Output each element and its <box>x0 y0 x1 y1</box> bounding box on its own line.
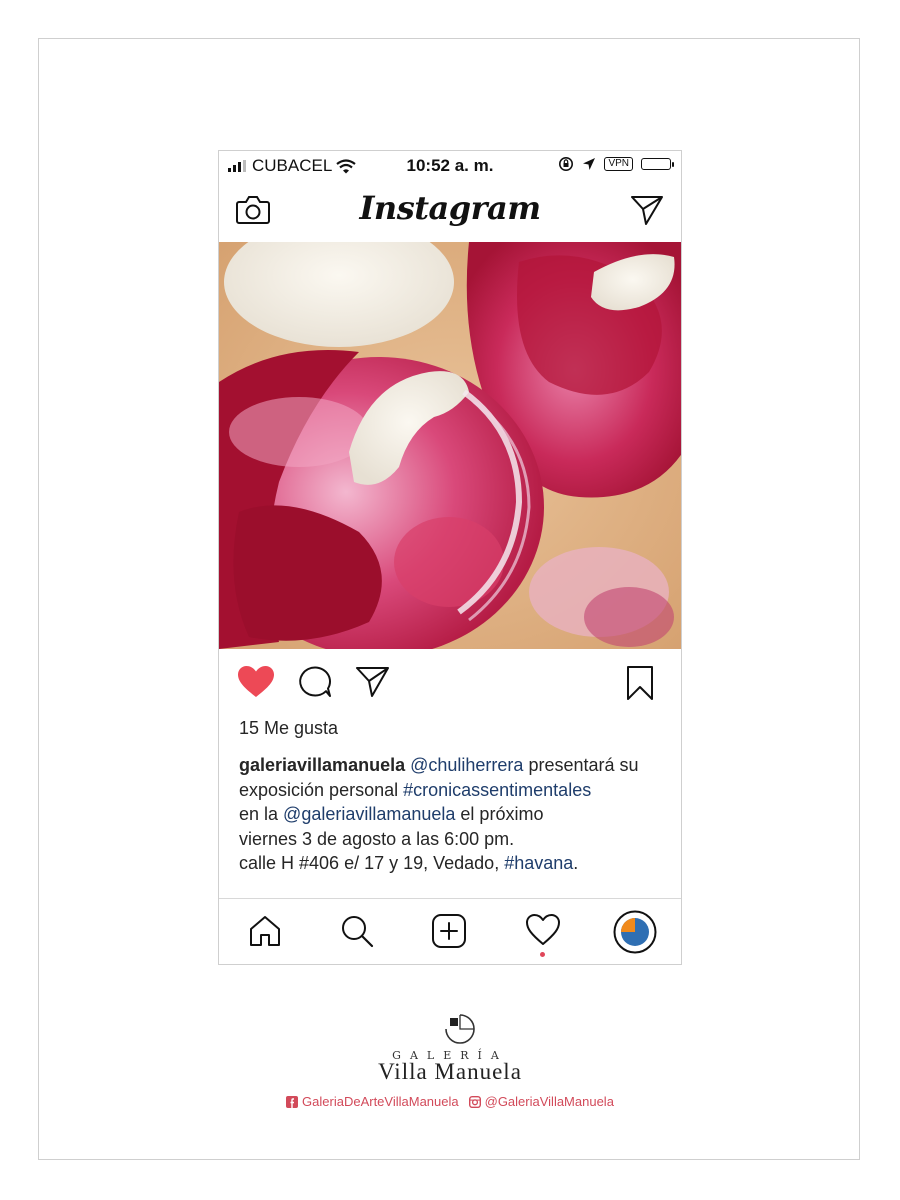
rotation-lock-icon <box>559 157 574 171</box>
instagram-link[interactable]: @GaleriaVillaManuela <box>468 1094 614 1109</box>
post-image[interactable] <box>219 242 682 649</box>
gallery-logo-icon <box>445 1014 475 1044</box>
caption-mention[interactable]: @galeriavillamanuela <box>283 804 455 824</box>
caption-text: en la <box>239 804 284 824</box>
post-caption: galeriavillamanuela @chuliherrera presen… <box>239 753 669 876</box>
status-right-group: VPN <box>558 156 674 172</box>
caption-text: el próximo <box>455 804 544 824</box>
instagram-handle: @GaleriaVillaManuela <box>484 1094 614 1109</box>
phone-screenshot: CUBACEL 10:52 a. m. VPN Instagram 15 Me … <box>218 150 682 965</box>
like-count[interactable]: 15 Me gusta <box>239 718 338 739</box>
caption-text: viernes 3 de agosto a las 6:00 pm. <box>239 828 515 849</box>
caption-text: . <box>573 853 579 873</box>
like-heart-icon[interactable] <box>237 665 275 699</box>
caption-hashtag[interactable]: #cronicassentimentales <box>403 780 591 800</box>
bookmark-icon[interactable] <box>625 665 655 701</box>
instagram-icon <box>468 1095 481 1108</box>
facebook-link[interactable]: GaleriaDeArteVillaManuela <box>286 1094 459 1109</box>
add-post-icon[interactable] <box>431 913 467 949</box>
caption-mention[interactable]: @chuliherrera <box>410 755 523 775</box>
brand-socials: GaleriaDeArteVillaManuela @GaleriaVillaM… <box>0 1094 900 1109</box>
caption-text: calle H #406 e/ 17 y 19, Vedado, <box>239 853 505 873</box>
location-arrow-icon <box>583 158 596 170</box>
comment-icon[interactable] <box>297 665 333 699</box>
home-icon[interactable] <box>247 913 283 949</box>
post-actions <box>219 649 681 717</box>
facebook-handle: GaleriaDeArteVillaManuela <box>302 1094 459 1109</box>
battery-icon <box>641 158 674 170</box>
activity-notification-dot <box>540 952 545 957</box>
brand-name: Villa Manuela <box>378 1059 522 1084</box>
caption-username[interactable]: galeriavillamanuela <box>239 755 405 775</box>
search-icon[interactable] <box>339 913 375 949</box>
caption-hashtag[interactable]: #havana <box>504 853 573 873</box>
profile-avatar[interactable] <box>613 910 657 954</box>
vpn-badge: VPN <box>604 157 633 171</box>
instagram-logo: Instagram <box>359 189 541 227</box>
status-bar: CUBACEL 10:52 a. m. VPN <box>219 151 681 181</box>
paper-plane-icon[interactable] <box>629 193 665 227</box>
app-header: Instagram <box>219 181 681 241</box>
facebook-icon <box>286 1095 299 1108</box>
activity-heart-icon[interactable] <box>525 913 561 947</box>
share-icon[interactable] <box>355 665 391 699</box>
bottom-nav <box>219 898 681 964</box>
